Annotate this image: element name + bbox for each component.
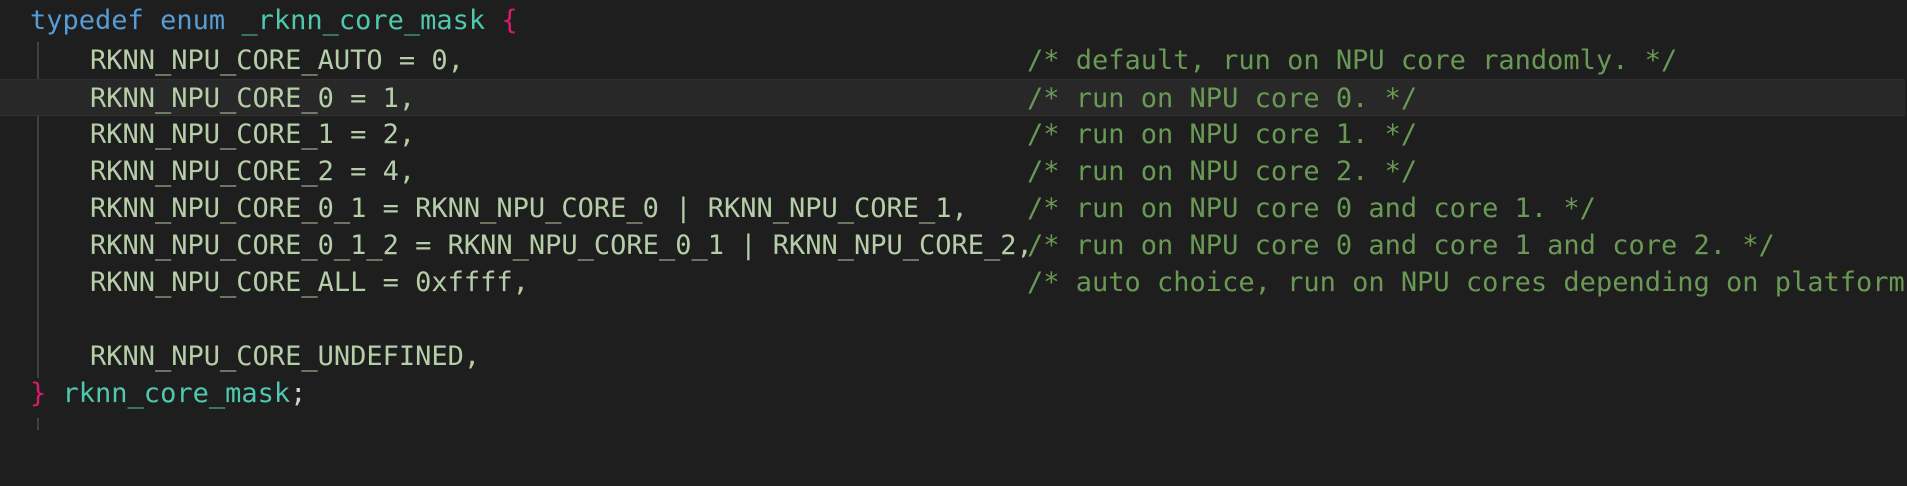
enum-keyword: enum	[160, 5, 226, 36]
enum-name: _rknn_core_mask	[241, 5, 486, 36]
line-comment: /* run on NPU core 0 and core 1. */	[1027, 193, 1596, 224]
enum-member: RKNN_NPU_CORE_0_1 = RKNN_NPU_CORE_0 | RK…	[90, 193, 968, 224]
enum-member: RKNN_NPU_CORE_0_1_2 = RKNN_NPU_CORE_0_1 …	[90, 230, 1033, 261]
enum-member: RKNN_NPU_CORE_1 = 2,	[90, 119, 416, 150]
open-brace: {	[501, 5, 518, 36]
code-editor[interactable]: typedef enum _rknn_core_mask { RKNN_NPU_…	[0, 0, 1907, 430]
code-line-member[interactable]: RKNN_NPU_CORE_AUTO = 0, /* default, run …	[0, 42, 1907, 79]
line-comment: /* run on NPU core 1. */	[1027, 119, 1418, 150]
code-line-member[interactable]: RKNN_NPU_CORE_UNDEFINED,	[0, 338, 1907, 375]
enum-member: RKNN_NPU_CORE_UNDEFINED,	[90, 341, 481, 372]
code-line-typedef[interactable]: typedef enum _rknn_core_mask {	[0, 2, 1907, 39]
line-comment: /* run on NPU core 2. */	[1027, 156, 1418, 187]
code-line-member-current[interactable]: RKNN_NPU_CORE_0 = 1, /* run on NPU core …	[0, 79, 1905, 116]
enum-member: RKNN_NPU_CORE_2 = 4,	[90, 156, 416, 187]
line-comment: /* run on NPU core 0 and core 1 and core…	[1027, 230, 1775, 261]
line-comment: /* default, run on NPU core randomly. */	[1027, 45, 1678, 76]
enum-member: RKNN_NPU_CORE_AUTO = 0,	[90, 45, 464, 76]
line-comment: /* run on NPU core 0. */	[1027, 83, 1418, 114]
line-comment: /* auto choice, run on NPU cores dependi…	[1027, 267, 1907, 298]
semicolon: ;	[290, 378, 307, 409]
type-alias: rknn_core_mask	[62, 378, 291, 409]
line-content: typedef enum _rknn_core_mask {	[30, 2, 518, 39]
typedef-keyword: typedef	[30, 5, 144, 36]
code-line-close[interactable]: } rknn_core_mask;	[0, 375, 1907, 412]
code-line-member[interactable]: RKNN_NPU_CORE_1 = 2, /* run on NPU core …	[0, 116, 1907, 153]
close-brace: }	[30, 378, 47, 409]
line-content: } rknn_core_mask;	[30, 375, 306, 412]
enum-member: RKNN_NPU_CORE_0 = 1,	[90, 83, 416, 114]
code-line-member[interactable]: RKNN_NPU_CORE_2 = 4, /* run on NPU core …	[0, 153, 1907, 190]
code-line-member[interactable]: RKNN_NPU_CORE_ALL = 0xffff, /* auto choi…	[0, 264, 1907, 301]
code-line-member[interactable]: RKNN_NPU_CORE_0_1_2 = RKNN_NPU_CORE_0_1 …	[0, 227, 1907, 264]
code-line-empty[interactable]	[0, 301, 1907, 338]
enum-member: RKNN_NPU_CORE_ALL = 0xffff,	[90, 267, 529, 298]
code-line-member[interactable]: RKNN_NPU_CORE_0_1 = RKNN_NPU_CORE_0 | RK…	[0, 190, 1907, 227]
